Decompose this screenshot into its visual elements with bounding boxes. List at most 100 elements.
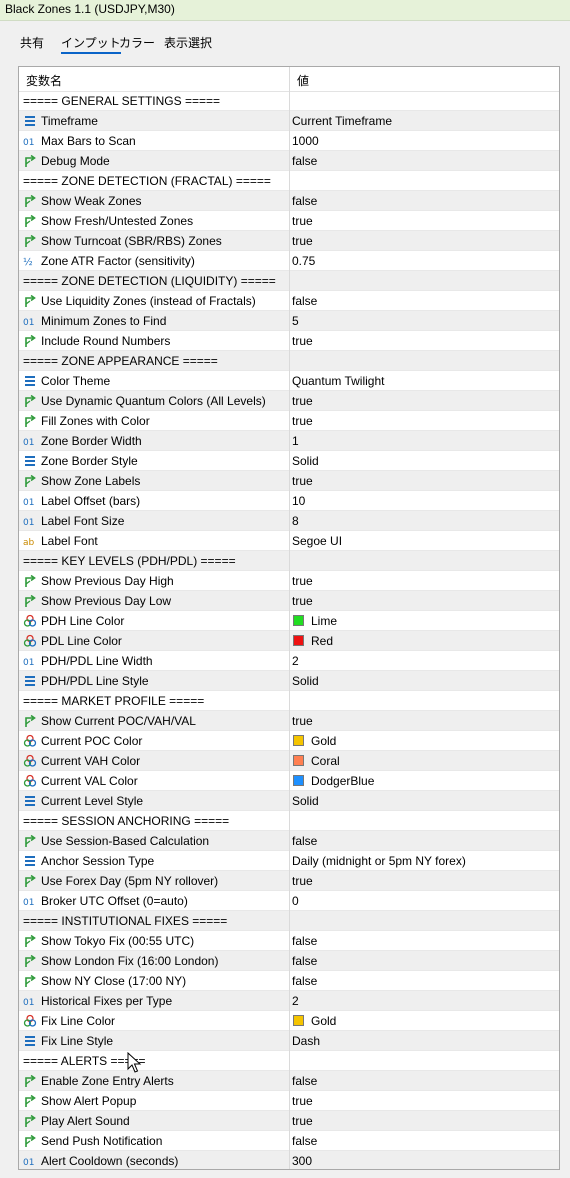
parameter-value[interactable]: 0 xyxy=(292,894,299,908)
parameter-value[interactable]: true xyxy=(292,334,313,348)
parameter-value[interactable]: Gold xyxy=(311,734,336,748)
section-title: ===== INSTITUTIONAL FIXES ===== xyxy=(23,914,228,928)
bool-type-icon xyxy=(23,214,37,228)
parameter-name: Show Alert Popup xyxy=(41,1094,137,1108)
parameter-value[interactable]: true xyxy=(292,414,313,428)
parameter-name: Current VAH Color xyxy=(41,754,141,768)
parameter-value[interactable]: false xyxy=(292,1074,317,1088)
svg-text:½: ½ xyxy=(23,256,33,268)
parameter-value[interactable]: 10 xyxy=(292,494,305,508)
parameter-name: Debug Mode xyxy=(41,154,110,168)
parameter-value[interactable]: true xyxy=(292,1114,313,1128)
parameter-value[interactable]: 2 xyxy=(292,994,299,1008)
color-type-icon xyxy=(23,734,37,748)
parameter-name: Enable Zone Entry Alerts xyxy=(41,1074,174,1088)
parameter-value[interactable]: false xyxy=(292,294,317,308)
parameter-value[interactable]: Current Timeframe xyxy=(292,114,392,128)
svg-text:01: 01 xyxy=(23,658,34,668)
parameter-name: Use Session-Based Calculation xyxy=(41,834,210,848)
color-swatch[interactable] xyxy=(293,735,304,746)
parameter-value[interactable]: Red xyxy=(311,634,333,648)
parameter-name: Show Turncoat (SBR/RBS) Zones xyxy=(41,234,222,248)
tab-visualization[interactable]: 表示選択 xyxy=(164,34,212,51)
bool-type-icon xyxy=(23,294,37,308)
parameter-name: Label Offset (bars) xyxy=(41,494,141,508)
color-type-icon xyxy=(23,634,37,648)
parameter-value[interactable]: Coral xyxy=(311,754,340,768)
svg-text:01: 01 xyxy=(23,138,34,148)
parameter-value[interactable]: 2 xyxy=(292,654,299,668)
section-title: ===== SESSION ANCHORING ===== xyxy=(23,814,230,828)
bool-type-icon xyxy=(23,394,37,408)
parameter-name: PDH/PDL Line Width xyxy=(41,654,153,668)
parameter-value[interactable]: Quantum Twilight xyxy=(292,374,385,388)
integer-type-icon: 01 xyxy=(23,434,37,448)
color-type-icon xyxy=(23,1014,37,1028)
parameter-value[interactable]: true xyxy=(292,714,313,728)
parameter-value[interactable]: true xyxy=(292,574,313,588)
color-swatch[interactable] xyxy=(293,775,304,786)
color-type-icon xyxy=(23,614,37,628)
parameter-value[interactable]: true xyxy=(292,874,313,888)
color-swatch[interactable] xyxy=(293,635,304,646)
section-title: ===== GENERAL SETTINGS ===== xyxy=(23,94,220,108)
tab-colors[interactable]: カラー xyxy=(119,34,155,51)
parameter-value[interactable]: 5 xyxy=(292,314,299,328)
integer-type-icon: 01 xyxy=(23,514,37,528)
parameter-value[interactable]: Gold xyxy=(311,1014,336,1028)
parameter-value[interactable]: true xyxy=(292,214,313,228)
parameter-value[interactable]: Solid xyxy=(292,674,319,688)
parameter-value[interactable]: true xyxy=(292,474,313,488)
bool-type-icon xyxy=(23,934,37,948)
integer-type-icon: 01 xyxy=(23,314,37,328)
parameter-value[interactable]: false xyxy=(292,1134,317,1148)
title-bar: Black Zones 1.1 (USDJPY,M30) xyxy=(0,0,570,21)
parameter-name: Show Previous Day Low xyxy=(41,594,172,608)
integer-type-icon: 01 xyxy=(23,494,37,508)
color-swatch[interactable] xyxy=(293,615,304,626)
tab-inputs[interactable]: インプット xyxy=(61,34,121,54)
color-swatch[interactable] xyxy=(293,755,304,766)
parameter-value[interactable]: 1000 xyxy=(292,134,319,148)
parameter-value[interactable]: false xyxy=(292,954,317,968)
parameter-value[interactable]: DodgerBlue xyxy=(311,774,374,788)
parameter-value[interactable]: true xyxy=(292,1094,313,1108)
parameter-name: Use Forex Day (5pm NY rollover) xyxy=(41,874,219,888)
parameter-value[interactable]: 1 xyxy=(292,434,299,448)
parameter-name: Fix Line Style xyxy=(41,1034,114,1048)
parameter-name: PDL Line Color xyxy=(41,634,122,648)
parameter-value[interactable]: Solid xyxy=(292,454,319,468)
parameter-value[interactable]: Segoe UI xyxy=(292,534,342,548)
parameter-value[interactable]: true xyxy=(292,594,313,608)
parameter-value[interactable]: false xyxy=(292,194,317,208)
parameter-value[interactable]: 300 xyxy=(292,1154,312,1168)
parameter-value[interactable]: Solid xyxy=(292,794,319,808)
parameter-value[interactable]: true xyxy=(292,394,313,408)
parameter-value[interactable]: false xyxy=(292,154,317,168)
parameter-name: Show Previous Day High xyxy=(41,574,174,588)
section-title: ===== KEY LEVELS (PDH/PDL) ===== xyxy=(23,554,236,568)
bool-type-icon xyxy=(23,974,37,988)
parameter-name: Use Dynamic Quantum Colors (All Levels) xyxy=(41,394,266,408)
parameter-value[interactable]: false xyxy=(292,974,317,988)
column-header-value[interactable]: 値 xyxy=(297,72,309,89)
parameter-value[interactable]: true xyxy=(292,234,313,248)
color-swatch[interactable] xyxy=(293,1015,304,1026)
parameter-value[interactable]: Dash xyxy=(292,1034,320,1048)
parameter-value[interactable]: false xyxy=(292,934,317,948)
parameter-name: Zone ATR Factor (sensitivity) xyxy=(41,254,195,268)
parameter-name: Show Fresh/Untested Zones xyxy=(41,214,194,228)
column-header-name[interactable]: 変数名 xyxy=(26,72,62,89)
parameter-value[interactable]: 0.75 xyxy=(292,254,315,268)
parameter-name: Send Push Notification xyxy=(41,1134,163,1148)
parameter-value[interactable]: Daily (midnight or 5pm NY forex) xyxy=(292,854,466,868)
parameter-value[interactable]: Lime xyxy=(311,614,337,628)
color-type-icon xyxy=(23,754,37,768)
color-type-icon xyxy=(23,774,37,788)
column-divider[interactable] xyxy=(289,67,290,1169)
parameter-value[interactable]: 8 xyxy=(292,514,299,528)
tab-share[interactable]: 共有 xyxy=(20,34,44,51)
parameter-name: PDH/PDL Line Style xyxy=(41,674,149,688)
parameter-name: Minimum Zones to Find xyxy=(41,314,167,328)
parameter-value[interactable]: false xyxy=(292,834,317,848)
